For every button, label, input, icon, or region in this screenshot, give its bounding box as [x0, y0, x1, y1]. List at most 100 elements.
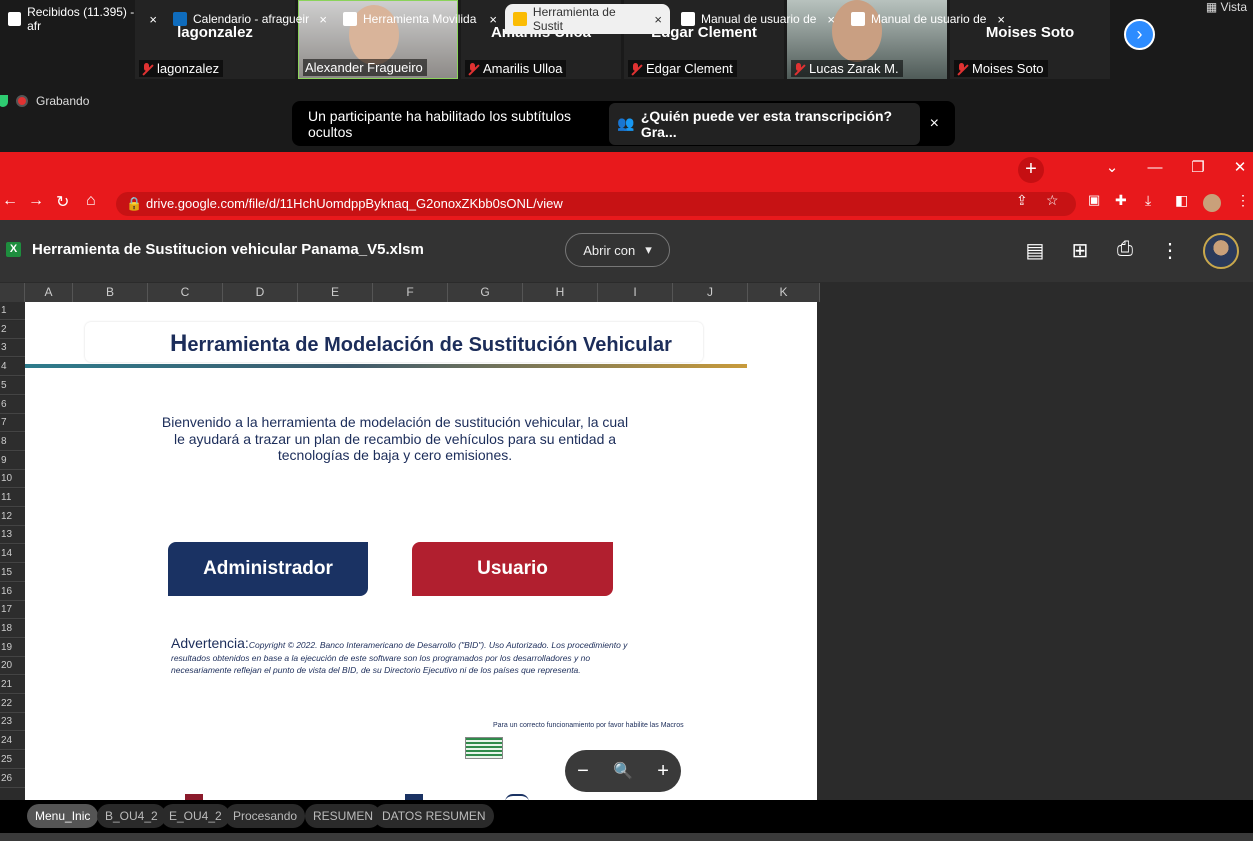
column-header[interactable]: E	[298, 283, 373, 302]
row-header[interactable]: 17	[0, 601, 25, 620]
new-tab-button[interactable]: +	[1018, 157, 1044, 183]
home-icon[interactable]: ⌂	[86, 192, 96, 210]
row-header[interactable]: 9	[0, 451, 25, 470]
row-header[interactable]: 20	[0, 657, 25, 676]
sheet-tab[interactable]: B_OU4_2	[97, 804, 166, 828]
reload-icon[interactable]: ↻	[56, 192, 69, 212]
browser-tab-active[interactable]: Herramienta de Sustit ×	[505, 4, 670, 34]
zoom-out-button[interactable]: −	[577, 760, 589, 783]
print-icon[interactable]: ⎙	[1112, 238, 1138, 261]
close-icon[interactable]: ×	[827, 12, 835, 27]
account-avatar[interactable]	[1203, 233, 1239, 269]
row-header[interactable]: 24	[0, 732, 25, 751]
puzzle-icon[interactable]: ✚	[1115, 192, 1127, 209]
user-button[interactable]: Usuario	[412, 542, 613, 596]
column-header[interactable]: D	[223, 283, 298, 302]
column-header[interactable]: K	[748, 283, 820, 302]
kebab-menu-icon[interactable]: ⋮	[1236, 192, 1250, 209]
participant-label: Alexander Fragueiro	[303, 59, 427, 76]
sheet-tab[interactable]: E_OU4_2	[161, 804, 230, 828]
participant-label: Amarilis Ulloa	[465, 60, 567, 77]
close-icon[interactable]: ×	[489, 12, 497, 27]
participant-label-text: lagonzalez	[157, 61, 220, 76]
row-header[interactable]: 12	[0, 507, 25, 526]
zoom-in-button[interactable]: +	[657, 760, 669, 783]
column-header[interactable]: F	[373, 283, 448, 302]
muted-mic-icon	[467, 62, 479, 75]
column-header[interactable]: A	[25, 283, 73, 302]
row-header[interactable]: 19	[0, 638, 25, 657]
row-header[interactable]: 23	[0, 713, 25, 732]
open-with-button[interactable]: Abrir con ▾	[565, 233, 670, 267]
close-icon[interactable]: ×	[149, 12, 157, 27]
close-icon[interactable]: ×	[319, 12, 327, 27]
download-icon[interactable]: ⤓	[1145, 192, 1151, 209]
column-header[interactable]: J	[673, 283, 748, 302]
row-header[interactable]: 5	[0, 376, 25, 395]
row-header[interactable]: 11	[0, 489, 25, 507]
more-options-icon[interactable]: ⋮	[1157, 238, 1183, 263]
zoom-controls: − 🔍 +	[565, 750, 681, 792]
row-header[interactable]: 25	[0, 750, 25, 769]
row-header[interactable]: 21	[0, 676, 25, 694]
column-header[interactable]: C	[148, 283, 223, 302]
sheet-tab[interactable]: Procesando	[225, 804, 306, 828]
back-icon[interactable]: ←	[2, 192, 18, 210]
open-with-label: Abrir con	[583, 242, 636, 258]
share-icon[interactable]: ⇪	[1016, 192, 1028, 209]
row-header[interactable]: 13	[0, 526, 25, 545]
row-header[interactable]: 16	[0, 582, 25, 601]
address-bar[interactable]: 🔒 drive.google.com/file/d/11HchUomdppBykn…	[116, 192, 1076, 216]
page-title: Herramienta de Modelación de Sustitución…	[25, 330, 817, 358]
minimize-button[interactable]: —	[1135, 152, 1175, 186]
sheet-tab[interactable]: RESUMEN	[305, 804, 382, 828]
page-icon	[343, 12, 357, 26]
row-header[interactable]: 15	[0, 563, 25, 582]
row-header[interactable]: 26	[0, 769, 25, 788]
administrator-button[interactable]: Administrador	[168, 542, 368, 596]
sheet-tab[interactable]: DATOS RESUMEN	[374, 804, 494, 828]
column-header[interactable]: G	[448, 283, 523, 302]
star-icon[interactable]: ☆	[1046, 192, 1059, 209]
row-header[interactable]: 7	[0, 414, 25, 433]
caption-text: Un participante ha habilitado los subtít…	[308, 107, 572, 140]
extension-icon[interactable]: ▣	[1088, 192, 1100, 208]
row-header[interactable]: 18	[0, 619, 25, 638]
close-icon[interactable]: ×	[997, 12, 1005, 27]
column-header[interactable]: H	[523, 283, 598, 302]
restore-button[interactable]: ❐	[1178, 152, 1218, 186]
row-header[interactable]: 22	[0, 694, 25, 713]
browser-tab[interactable]: Manual de usuario de ×	[843, 4, 1013, 34]
row-header[interactable]: 1	[0, 302, 25, 320]
gallery-icon[interactable]: ▤	[1022, 238, 1048, 263]
browser-tab[interactable]: Recibidos (11.395) - afr ×	[0, 4, 165, 34]
browser-tab[interactable]: Manual de usuario de ×	[673, 4, 843, 34]
column-header[interactable]: B	[73, 283, 148, 302]
transcript-visibility-button[interactable]: 👥 ¿Quién puede ver esta transcripción? Gr…	[609, 102, 920, 145]
tab-search-button[interactable]: ⌄	[1092, 152, 1132, 186]
row-header[interactable]: 2	[0, 320, 25, 339]
browser-tab[interactable]: Calendario - afragueir ×	[165, 4, 335, 34]
participant-label-text: Lucas Zarak M.	[809, 61, 899, 76]
row-header[interactable]: 3	[0, 339, 25, 358]
view-menu[interactable]: ▦ Vista	[1206, 0, 1247, 14]
row-header[interactable]: 6	[0, 395, 25, 414]
forward-icon[interactable]: →	[28, 192, 44, 210]
row-header[interactable]: 4	[0, 358, 25, 377]
profile-avatar[interactable]	[1203, 194, 1221, 212]
row-header[interactable]: 10	[0, 470, 25, 489]
close-icon[interactable]: ×	[654, 12, 662, 27]
sheet-tab[interactable]: Menu_Inic	[27, 804, 99, 828]
select-all-corner[interactable]	[0, 283, 25, 302]
column-header[interactable]: I	[598, 283, 673, 302]
tab-title: Manual de usuario de	[871, 12, 987, 26]
row-header[interactable]: 14	[0, 545, 25, 564]
sidepanel-icon[interactable]: ◧	[1175, 192, 1188, 209]
next-participants-button[interactable]: ›	[1124, 19, 1155, 50]
excel-file-icon: X	[6, 242, 21, 257]
close-icon[interactable]: ×	[930, 115, 939, 133]
row-header[interactable]: 8	[0, 432, 25, 451]
close-window-button[interactable]: ✕	[1220, 152, 1253, 186]
add-comment-icon[interactable]: ⊞	[1067, 238, 1093, 263]
browser-tab[interactable]: Herramienta Movilida ×	[335, 4, 505, 34]
